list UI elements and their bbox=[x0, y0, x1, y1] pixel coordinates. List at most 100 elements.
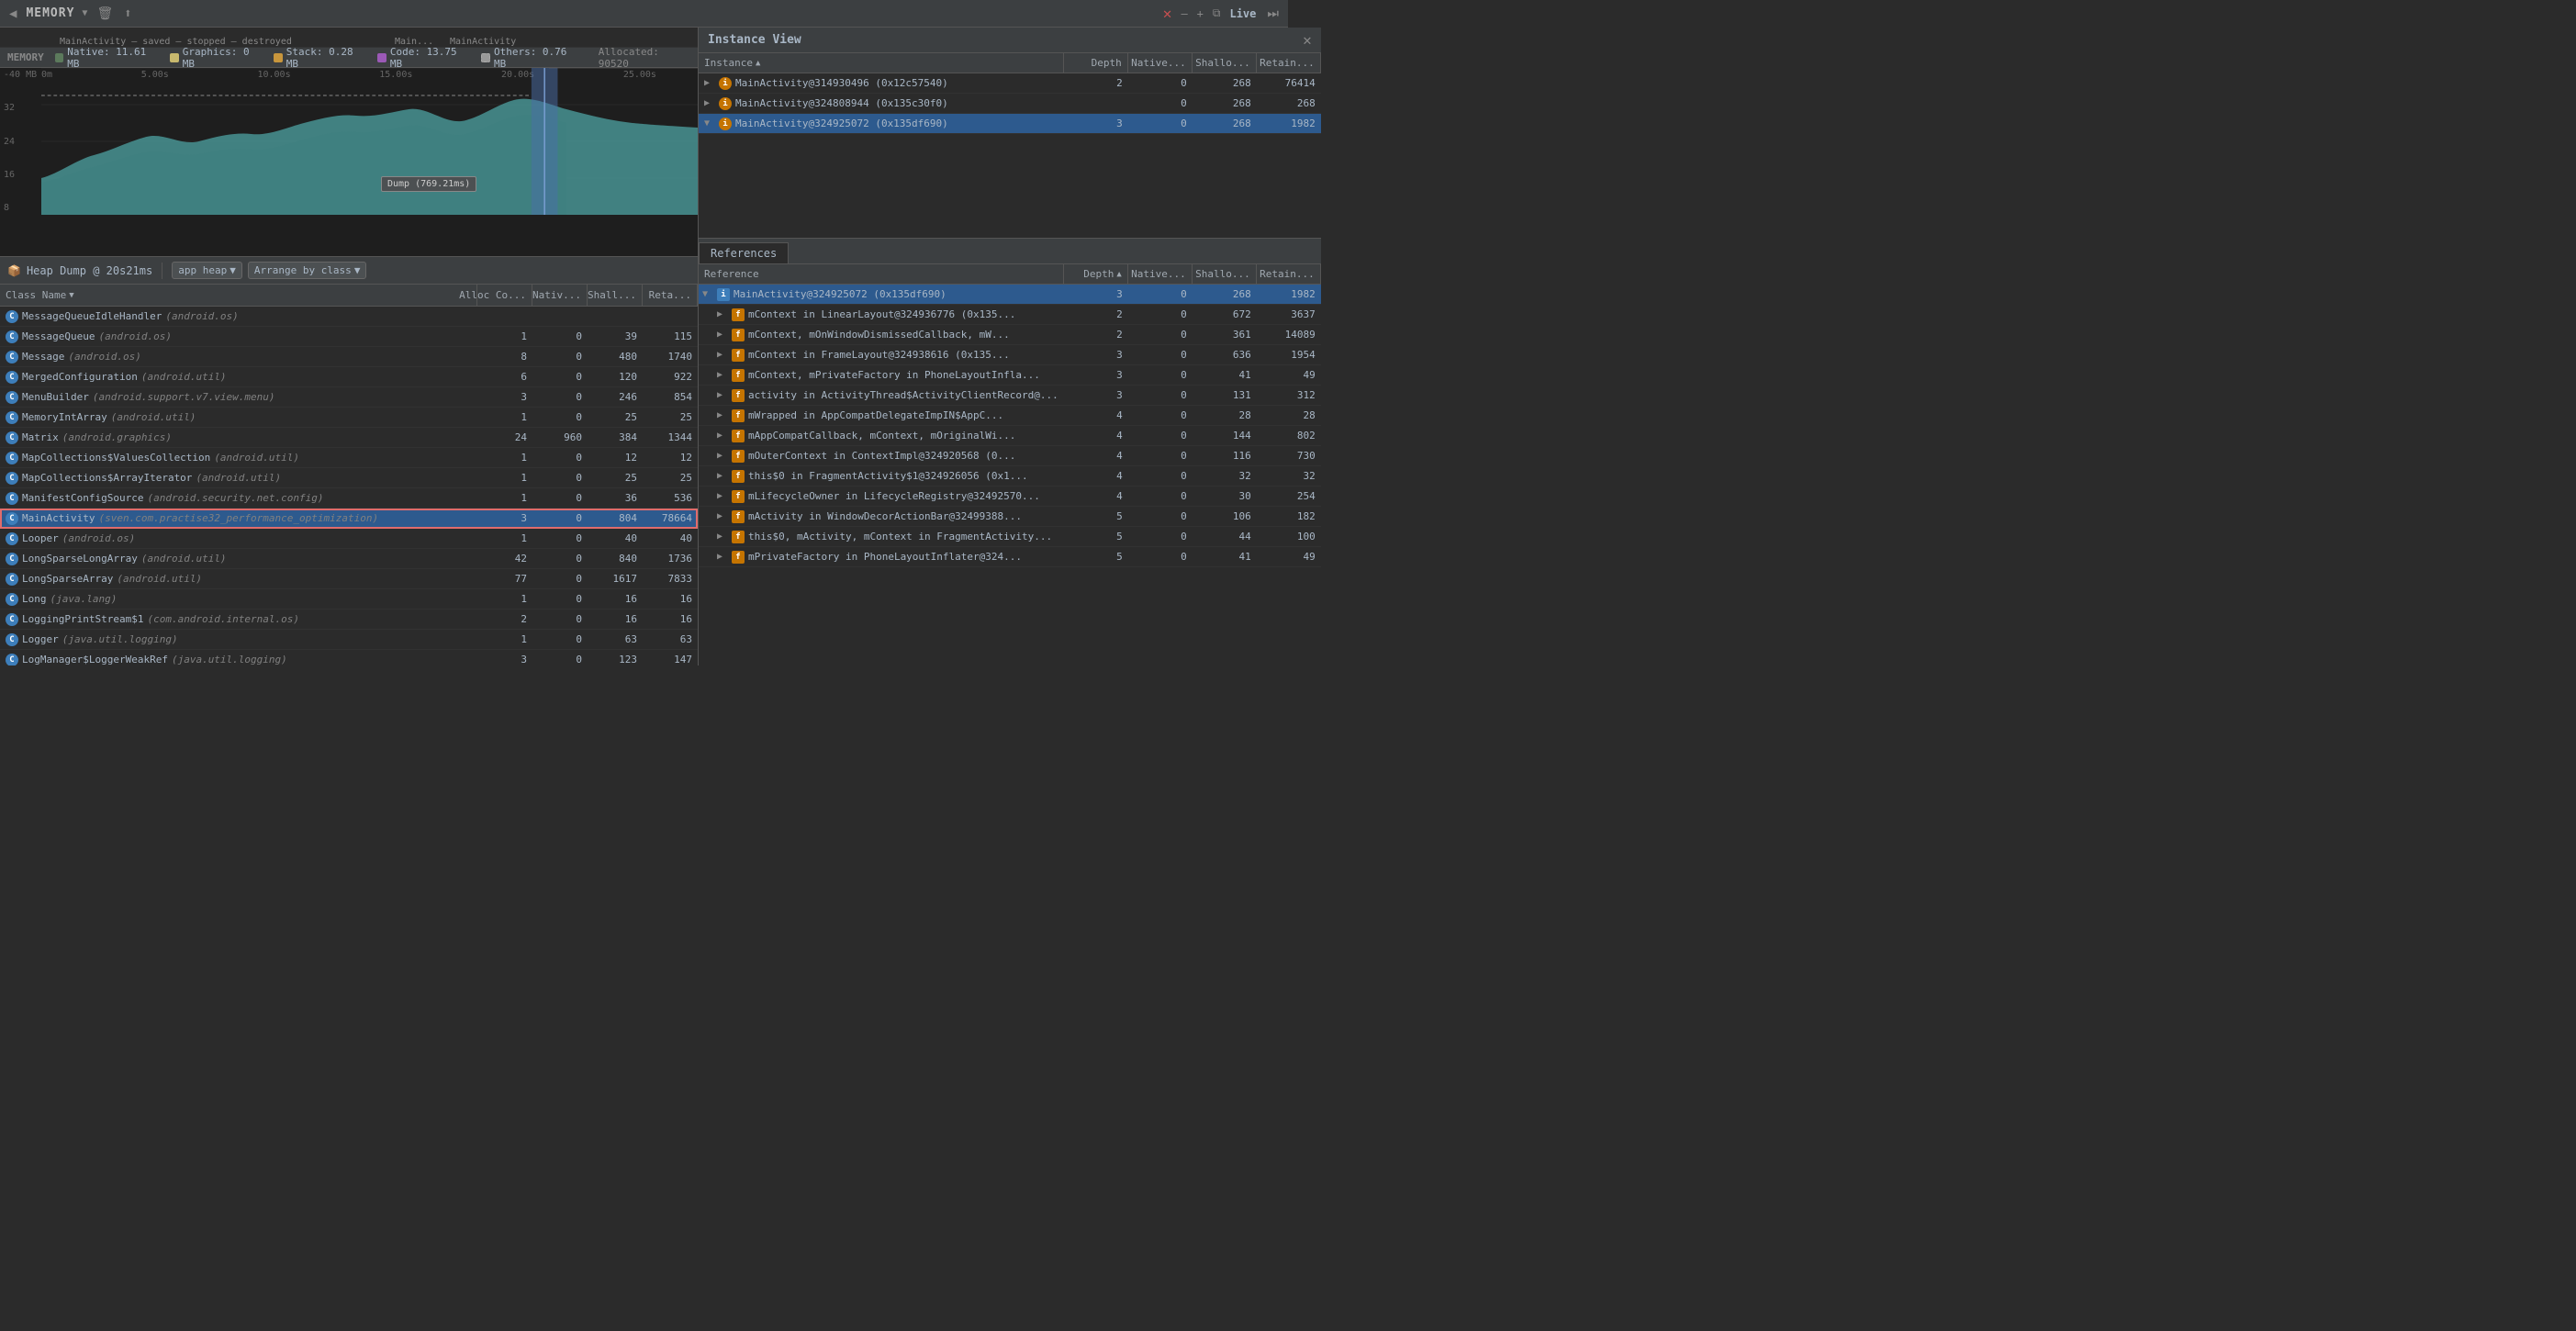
ref-row[interactable]: ▶ f mAppCompatCallback, mContext, mOrigi… bbox=[699, 426, 1321, 446]
allocated-legend: Allocated: 90520 bbox=[599, 46, 690, 70]
arrange-arrow: ▼ bbox=[354, 264, 361, 276]
ref-row[interactable]: ▶ f mWrapped in AppCompatDelegateImpIN$A… bbox=[699, 406, 1321, 426]
th-retain: Reta... bbox=[643, 285, 698, 306]
instance-panel-close[interactable]: ✕ bbox=[1303, 31, 1312, 49]
table-row[interactable]: C MenuBuilder (android.support.v7.view.m… bbox=[0, 387, 698, 408]
chart-legend: MEMORY Native: 11.61 MB Graphics: 0 MB S… bbox=[0, 48, 698, 68]
instance-row[interactable]: ▼ i MainActivity@324925072 (0x135df690) … bbox=[699, 114, 1321, 134]
arrange-button[interactable]: Arrange by class ▼ bbox=[248, 262, 367, 279]
others-legend: Others: 0.76 MB bbox=[481, 46, 579, 70]
app-title: MEMORY bbox=[26, 6, 74, 20]
table-row[interactable]: C LoggingPrintStream$1 (com.android.inte… bbox=[0, 610, 698, 630]
activity-label-3: MainActivity bbox=[450, 37, 516, 47]
export-icon[interactable]: ⬆ bbox=[122, 5, 133, 23]
table-row[interactable]: C LongSparseArray (android.util) 77 0 16… bbox=[0, 569, 698, 589]
ref-row[interactable]: ▶ f mActivity in WindowDecorActionBar@32… bbox=[699, 507, 1321, 527]
instance-panel: Instance View ✕ Instance ▲ Depth Native.… bbox=[699, 28, 1321, 239]
title-dropdown-icon[interactable]: ▼ bbox=[82, 8, 87, 18]
table-row[interactable]: C LogManager$LoggerWeakRef (java.util.lo… bbox=[0, 650, 698, 666]
ref-table-body[interactable]: ▼ i MainActivity@324925072 (0x135df690) … bbox=[699, 285, 1321, 666]
chart-svg: Dump (769.21ms) bbox=[41, 68, 698, 215]
native-legend: Native: 11.61 MB bbox=[55, 46, 160, 70]
heap-toolbar: 📦 Heap Dump @ 20s21ms app heap ▼ Arrange… bbox=[0, 257, 698, 285]
instance-row[interactable]: ▶ i MainActivity@314930496 (0x12c57540) … bbox=[699, 73, 1321, 94]
memory-chart-area: MainActivity – saved – stopped – destroy… bbox=[0, 28, 698, 257]
table-row[interactable]: C MessageQueue (android.os) 1 0 39 115 bbox=[0, 327, 698, 347]
table-row[interactable]: C MainActivity (sven.com.practise32_perf… bbox=[0, 509, 698, 529]
delete-icon[interactable]: 🗑 bbox=[95, 5, 115, 23]
instance-table-body[interactable]: ▶ i MainActivity@314930496 (0x12c57540) … bbox=[699, 73, 1321, 238]
activity-label-2: Main... bbox=[395, 37, 433, 47]
activity-labels: MainActivity – saved – stopped – destroy… bbox=[0, 28, 698, 48]
ref-row[interactable]: ▶ f mContext in FrameLayout@324938616 (0… bbox=[699, 345, 1321, 365]
table-row[interactable]: C LongSparseLongArray (android.util) 42 … bbox=[0, 549, 698, 569]
graphics-legend: Graphics: 0 MB bbox=[170, 46, 263, 70]
ref-tab-bar: References bbox=[699, 239, 1321, 264]
maximize-icon[interactable]: + bbox=[1197, 7, 1204, 20]
ith-retain: Retain... bbox=[1257, 53, 1321, 73]
minimize-icon[interactable]: — bbox=[1181, 7, 1187, 20]
table-row[interactable]: C Matrix (android.graphics) 24 960 384 1… bbox=[0, 428, 698, 448]
ref-row[interactable]: ▶ f this$0 in FragmentActivity$1@3249260… bbox=[699, 466, 1321, 487]
ref-row[interactable]: ▼ i MainActivity@324925072 (0x135df690) … bbox=[699, 285, 1321, 305]
th-shallow: Shall... bbox=[588, 285, 643, 306]
dump-label: Dump (769.21ms) bbox=[381, 176, 476, 192]
ref-row[interactable]: ▶ f this$0, mActivity, mContext in Fragm… bbox=[699, 527, 1321, 547]
ref-row[interactable]: ▶ f activity in ActivityThread$ActivityC… bbox=[699, 386, 1321, 406]
code-legend: Code: 13.75 MB bbox=[377, 46, 470, 70]
table-row[interactable]: C Message (android.os) 8 0 480 1740 bbox=[0, 347, 698, 367]
th-class-name: Class Name ▼ bbox=[0, 285, 477, 306]
instance-panel-header: Instance View ✕ bbox=[699, 28, 1321, 53]
rth-reference: Reference bbox=[699, 264, 1064, 284]
right-panel: Instance View ✕ Instance ▲ Depth Native.… bbox=[699, 28, 1321, 666]
table-row[interactable]: C MessageQueueIdleHandler (android.os) bbox=[0, 307, 698, 327]
ith-depth: Depth bbox=[1064, 53, 1128, 73]
instance-panel-title: Instance View bbox=[708, 33, 801, 47]
ref-row[interactable]: ▶ f mContext in LinearLayout@324936776 (… bbox=[699, 305, 1321, 325]
ref-row[interactable]: ▶ f mContext, mOnWindowDismissedCallback… bbox=[699, 325, 1321, 345]
stack-legend: Stack: 0.28 MB bbox=[274, 46, 366, 70]
ref-table-header: Reference Depth ▲ Native... Shallo... Re… bbox=[699, 264, 1321, 285]
rth-shallow: Shallo... bbox=[1193, 264, 1257, 284]
close-icon[interactable]: ✕ bbox=[1163, 5, 1172, 22]
chart-canvas: -40 MB 32 24 16 8 bbox=[0, 68, 698, 231]
class-table-header: Class Name ▼ Alloc Co... Nativ... Shall.… bbox=[0, 285, 698, 307]
rth-retain: Retain... bbox=[1257, 264, 1321, 284]
ith-native: Native... bbox=[1128, 53, 1193, 73]
instance-table-header: Instance ▲ Depth Native... Shallo... Ret… bbox=[699, 53, 1321, 73]
class-table: Class Name ▼ Alloc Co... Nativ... Shall.… bbox=[0, 285, 698, 666]
ref-row[interactable]: ▶ f mPrivateFactory in PhoneLayoutInflat… bbox=[699, 547, 1321, 567]
ith-instance: Instance ▲ bbox=[699, 53, 1064, 73]
live-label: Live bbox=[1229, 7, 1256, 20]
chart-y-labels: -40 MB 32 24 16 8 bbox=[0, 68, 41, 215]
table-row[interactable]: C Logger (java.util.logging) 1 0 63 63 bbox=[0, 630, 698, 650]
restore-icon[interactable]: ⧉ bbox=[1213, 6, 1221, 20]
table-row[interactable]: C MergedConfiguration (android.util) 6 0… bbox=[0, 367, 698, 387]
th-alloc: Alloc Co... bbox=[477, 285, 532, 306]
top-bar: ◀ MEMORY ▼ 🗑 ⬆ ✕ — + ⧉ Live ⏭ bbox=[0, 0, 1288, 28]
ref-row[interactable]: ▶ f mOuterContext in ContextImpl@3249205… bbox=[699, 446, 1321, 466]
instance-row[interactable]: ▶ i MainActivity@324808944 (0x135c30f0) … bbox=[699, 94, 1321, 114]
sort-arrow-icon: ▼ bbox=[69, 291, 73, 300]
back-arrow-icon[interactable]: ◀ bbox=[7, 5, 18, 23]
live-arrow-icon[interactable]: ⏭ bbox=[1265, 5, 1281, 23]
activity-label-1: MainActivity – saved – stopped – destroy… bbox=[60, 37, 292, 47]
table-row[interactable]: C MapCollections$ArrayIterator (android.… bbox=[0, 468, 698, 488]
table-row[interactable]: C Looper (android.os) 1 0 40 40 bbox=[0, 529, 698, 549]
app-heap-button[interactable]: app heap ▼ bbox=[172, 262, 242, 279]
references-tab[interactable]: References bbox=[699, 242, 789, 263]
table-row[interactable]: C ManifestConfigSource (android.security… bbox=[0, 488, 698, 509]
table-row[interactable]: C MapCollections$ValuesCollection (andro… bbox=[0, 448, 698, 468]
th-native: Nativ... bbox=[532, 285, 588, 306]
arrange-label: Arrange by class bbox=[254, 264, 352, 276]
table-row[interactable]: C Long (java.lang) 1 0 16 16 bbox=[0, 589, 698, 610]
heap-icon: 📦 bbox=[7, 264, 21, 277]
references-panel: References Reference Depth ▲ Native... S… bbox=[699, 239, 1321, 666]
left-panel: MainActivity – saved – stopped – destroy… bbox=[0, 28, 699, 666]
ref-row[interactable]: ▶ f mLifecycleOwner in LifecycleRegistry… bbox=[699, 487, 1321, 507]
class-table-body[interactable]: C MessageQueueIdleHandler (android.os) C… bbox=[0, 307, 698, 666]
ref-row[interactable]: ▶ f mContext, mPrivateFactory in PhoneLa… bbox=[699, 365, 1321, 386]
table-row[interactable]: C MemoryIntArray (android.util) 1 0 25 2… bbox=[0, 408, 698, 428]
app-heap-arrow: ▼ bbox=[230, 264, 236, 276]
rth-depth: Depth ▲ bbox=[1064, 264, 1128, 284]
